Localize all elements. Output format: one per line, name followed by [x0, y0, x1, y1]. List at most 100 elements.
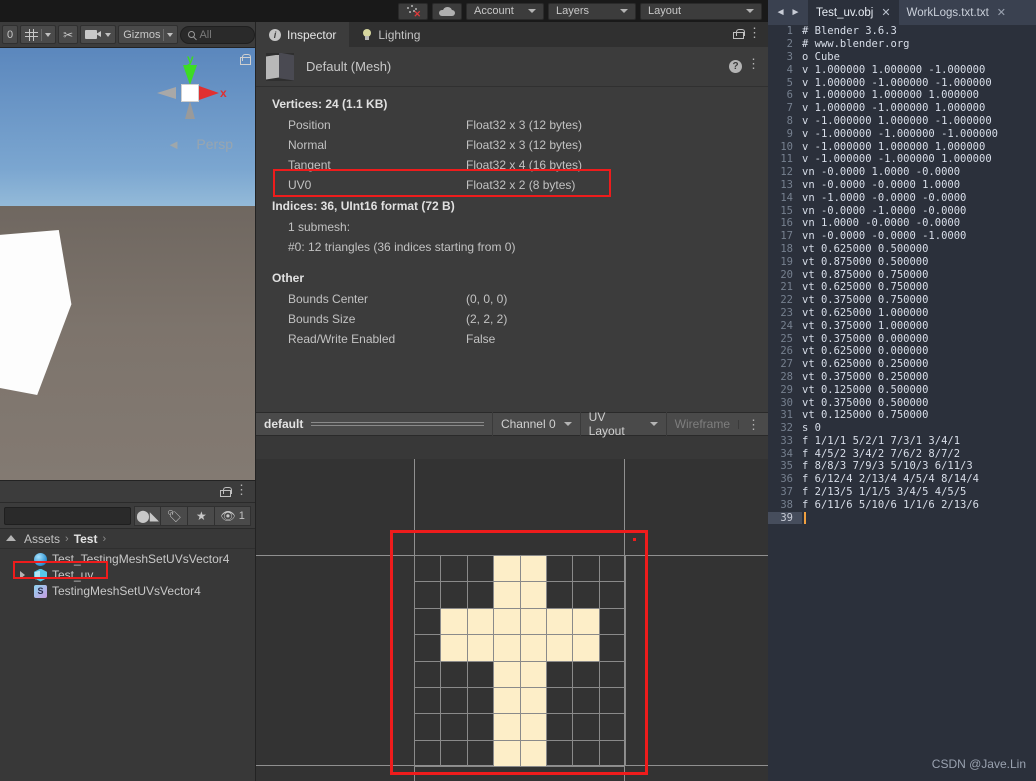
code-line[interactable]: 34 f 4/5/2 3/4/2 7/6/2 8/7/2 — [768, 447, 1036, 460]
code-line[interactable]: 39 — [768, 511, 1036, 524]
gizmos-dropdown[interactable]: Gizmos — [118, 25, 179, 44]
lock-open-icon[interactable] — [240, 54, 251, 65]
close-icon[interactable]: ✕ — [881, 6, 890, 19]
tab-test-uv-obj[interactable]: Test_uv.obj ✕ — [808, 0, 899, 25]
gizmo-axis-x-negative-cone[interactable] — [157, 87, 176, 99]
gizmo-center-cube[interactable] — [181, 84, 199, 102]
code-line[interactable]: 5 v 1.000000 -1.000000 -1.000000 — [768, 76, 1036, 89]
code-line[interactable]: 13 vn -0.0000 -0.0000 1.0000 — [768, 179, 1036, 192]
project-panel-header: ⋮ — [0, 481, 255, 503]
code-line[interactable]: 30 vt 0.375000 0.500000 — [768, 396, 1036, 409]
account-dropdown[interactable]: Account — [466, 2, 544, 20]
project-search-input[interactable] — [4, 506, 132, 525]
tab-worklogs-txt[interactable]: WorkLogs.txt.txt ✕ — [899, 0, 1014, 25]
code-line[interactable]: 31 vt 0.125000 0.750000 — [768, 409, 1036, 422]
editor-tabstrip: ◄ ► Test_uv.obj ✕ WorkLogs.txt.txt ✕ — [768, 0, 1036, 25]
code-line[interactable]: 19 vt 0.875000 0.500000 — [768, 255, 1036, 268]
line-number: 25 — [780, 332, 793, 345]
tab-lighting[interactable]: Lighting — [349, 22, 433, 47]
scene-tools-button[interactable]: ✂ — [58, 25, 79, 44]
editor-nav-arrows[interactable]: ◄ ► — [768, 0, 808, 25]
code-line[interactable]: 2 # www.blender.org — [768, 38, 1036, 51]
code-line[interactable]: 12 vn -0.0000 1.0000 -0.0000 — [768, 166, 1036, 179]
inspector-kebab[interactable]: ⋮ — [748, 26, 761, 39]
grid-snap-dropdown[interactable] — [20, 25, 57, 44]
preview-mode-dropdown[interactable]: UV Layout — [579, 410, 666, 438]
nav-forward-icon[interactable]: ► — [791, 7, 801, 18]
code-line[interactable]: 22 vt 0.375000 0.750000 — [768, 294, 1036, 307]
code-line[interactable]: 21 vt 0.625000 0.750000 — [768, 281, 1036, 294]
code-line[interactable]: 15 vn -0.0000 -1.0000 -0.0000 — [768, 204, 1036, 217]
gizmo-x-label: x — [220, 86, 227, 100]
wireframe-toggle[interactable]: Wireframe — [665, 412, 738, 436]
wireframe-label: Wireframe — [674, 417, 730, 431]
code-line[interactable]: 36 f 6/12/4 2/13/4 4/5/4 8/14/4 — [768, 473, 1036, 486]
code-line[interactable]: 7 v 1.000000 -1.000000 1.000000 — [768, 102, 1036, 115]
scene-camera-dropdown[interactable] — [80, 25, 117, 44]
collapse-triangle-icon[interactable] — [6, 535, 16, 541]
projection-mode-label[interactable]: Persp — [196, 136, 233, 152]
breadcrumb-test[interactable]: Test — [74, 532, 98, 546]
code-line[interactable]: 11 v -1.000000 -1.000000 1.000000 — [768, 153, 1036, 166]
preview-drag-handle[interactable] — [311, 422, 484, 426]
code-line[interactable]: 20 vt 0.875000 0.750000 — [768, 268, 1036, 281]
code-line[interactable]: 28 vt 0.375000 0.250000 — [768, 371, 1036, 384]
gizmo-axis-x-cone[interactable] — [199, 86, 219, 100]
cloud-button[interactable] — [432, 2, 462, 20]
code-line[interactable]: 3 o Cube — [768, 51, 1036, 64]
code-line[interactable]: 9 v -1.000000 -1.000000 -1.000000 — [768, 127, 1036, 140]
label-filter-button[interactable]: 🏷 — [161, 505, 189, 526]
code-text: s 0 — [802, 422, 821, 435]
project-panel-kebab[interactable]: ⋮ — [235, 483, 248, 496]
code-line[interactable]: 24 vt 0.375000 1.000000 — [768, 319, 1036, 332]
code-line[interactable]: 32 s 0 — [768, 422, 1036, 435]
hidden-packages-button[interactable]: 👁 1 — [215, 505, 251, 526]
code-line[interactable]: 37 f 2/13/5 1/1/5 3/4/5 4/5/5 — [768, 486, 1036, 499]
line-number: 28 — [780, 370, 793, 383]
eye-hidden-icon: 👁 — [220, 508, 236, 523]
gizmo-axis-y-negative-cone[interactable] — [185, 101, 195, 119]
code-line[interactable]: 17 vn -0.0000 -0.0000 -1.0000 — [768, 230, 1036, 243]
code-line[interactable]: 8 v -1.000000 1.000000 -1.000000 — [768, 115, 1036, 128]
uv-channel-dropdown[interactable]: Channel 0 — [491, 412, 580, 436]
tab-inspector[interactable]: i Inspector — [256, 22, 350, 47]
code-line[interactable]: 14 vn -1.0000 -0.0000 -0.0000 — [768, 191, 1036, 204]
code-line[interactable]: 10 v -1.000000 1.000000 1.000000 — [768, 140, 1036, 153]
persp-arrow-icon[interactable]: ◄ — [167, 137, 180, 152]
code-line[interactable]: 35 f 8/8/3 7/9/3 5/10/3 6/11/3 — [768, 460, 1036, 473]
help-icon[interactable]: ? — [729, 60, 742, 73]
code-line[interactable]: 6 v 1.000000 1.000000 1.000000 — [768, 89, 1036, 102]
create-asset-button[interactable]: ⬤◣ — [134, 505, 162, 526]
nav-back-icon[interactable]: ◄ — [776, 7, 786, 18]
asset-header-kebab[interactable]: ⋮ — [747, 57, 760, 70]
scene-orientation-gizmo[interactable]: y x — [151, 52, 227, 130]
favorites-filter-button[interactable]: ★ — [188, 505, 216, 526]
lock-open-icon[interactable] — [220, 487, 232, 497]
layout-label: Layout — [648, 5, 682, 17]
code-line[interactable]: 38 f 6/11/6 5/10/6 1/1/6 2/13/6 — [768, 498, 1036, 511]
code-line[interactable]: 25 vt 0.375000 0.000000 — [768, 332, 1036, 345]
code-line[interactable]: 26 vt 0.625000 0.000000 — [768, 345, 1036, 358]
scene-viewport[interactable]: y x ◄ Persp — [0, 48, 255, 480]
code-line[interactable]: 29 vt 0.125000 0.500000 — [768, 383, 1036, 396]
lock-open-icon[interactable] — [733, 29, 745, 39]
code-line[interactable]: 27 vt 0.625000 0.250000 — [768, 358, 1036, 371]
preview-kebab[interactable]: ⋮ — [738, 418, 768, 431]
layout-dropdown[interactable]: Layout — [640, 2, 762, 20]
code-line[interactable]: 23 vt 0.625000 1.000000 — [768, 307, 1036, 320]
code-line[interactable]: 33 f 1/1/1 5/2/1 7/3/1 3/4/1 — [768, 435, 1036, 448]
code-line[interactable]: 1 # Blender 3.6.3 — [768, 25, 1036, 38]
collab-button[interactable]: ✕ — [398, 2, 428, 20]
code-line[interactable]: 16 vn 1.0000 -0.0000 -0.0000 — [768, 217, 1036, 230]
list-item[interactable]: S TestingMeshSetUVsVector4 — [0, 583, 255, 599]
editor-text-area[interactable]: 1 # Blender 3.6.3 2 # www.blender.org 3 o Cub… — [768, 25, 1036, 781]
scene-search-input[interactable]: All — [180, 25, 255, 44]
gizmo-axis-y-cone[interactable] — [183, 65, 197, 85]
breadcrumb-assets[interactable]: Assets — [24, 532, 60, 546]
code-line[interactable]: 4 v 1.000000 1.000000 -1.000000 — [768, 63, 1036, 76]
uv-layout-canvas[interactable] — [256, 459, 769, 781]
script-icon: S — [34, 584, 47, 598]
code-line[interactable]: 18 vt 0.625000 0.500000 — [768, 243, 1036, 256]
layers-dropdown[interactable]: Layers — [548, 2, 636, 20]
close-icon[interactable]: ✕ — [997, 6, 1006, 19]
